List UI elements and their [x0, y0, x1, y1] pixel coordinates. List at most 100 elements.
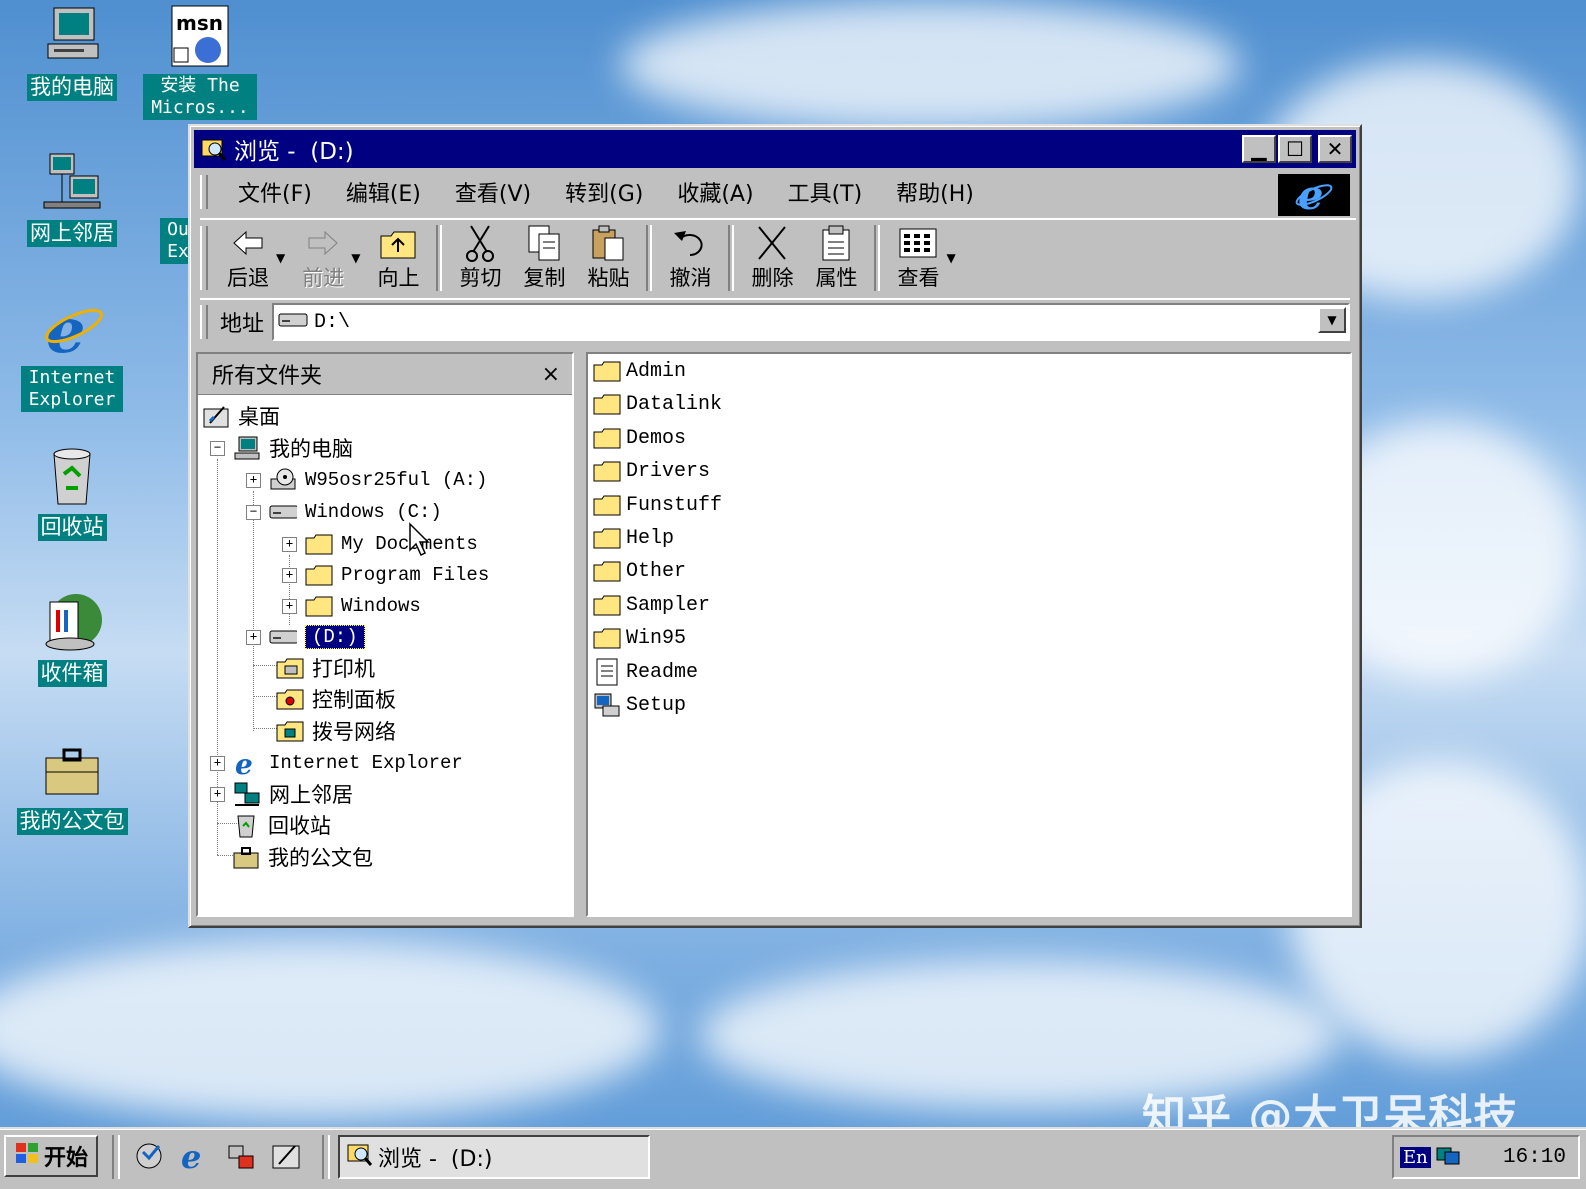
file-item[interactable]: Sampler	[592, 590, 710, 620]
desktop-icon-my-computer[interactable]: 我的电脑	[12, 4, 132, 101]
tree-item-windows[interactable]: + Windows	[282, 591, 421, 621]
menu-edit[interactable]: 编辑(E)	[334, 176, 433, 208]
file-item[interactable]: Other	[592, 556, 686, 586]
expand-icon[interactable]: +	[246, 472, 261, 488]
file-name: Setup	[626, 693, 687, 717]
clock[interactable]: 16:10	[1503, 1146, 1566, 1169]
maximize-button[interactable]: ☐	[1278, 135, 1312, 163]
desktop-icon	[202, 403, 230, 429]
back-button[interactable]: 后退	[216, 222, 280, 294]
tree-label: 拨号网络	[312, 720, 396, 744]
collapse-icon[interactable]: −	[210, 440, 225, 456]
cut-button[interactable]: 剪切	[448, 222, 512, 294]
expand-icon[interactable]: +	[282, 598, 297, 614]
expand-icon[interactable]: +	[282, 536, 297, 552]
forward-button[interactable]: 前进	[291, 222, 355, 294]
file-item[interactable]: Setup	[592, 690, 686, 720]
back-arrow-icon	[228, 224, 268, 262]
tree-item-drive-d[interactable]: + (D:)	[246, 622, 365, 652]
file-item[interactable]: Demos	[592, 423, 686, 453]
tree-item-recycle-bin[interactable]: 回收站	[232, 810, 331, 840]
file-item[interactable]: Help	[592, 523, 674, 553]
copy-button[interactable]: 复制	[512, 222, 576, 294]
toolbar-grip	[200, 226, 208, 290]
desktop-icon-partial[interactable]: Ou Ex	[160, 148, 190, 264]
forward-dropdown-icon[interactable]: ▼	[351, 251, 360, 265]
folder-icon	[305, 562, 333, 588]
tree-label: Windows (C:)	[305, 501, 442, 523]
desktop-icon-inbox[interactable]: 收件箱	[12, 590, 132, 687]
channels-icon[interactable]	[222, 1137, 260, 1175]
toolbar-separator	[728, 225, 735, 291]
address-input[interactable]: D:\ ▼	[272, 303, 1350, 341]
tree-label: 控制面板	[312, 688, 396, 712]
desktop-icon-ie[interactable]: e Internet Explorer	[12, 294, 132, 412]
show-desktop-icon[interactable]	[268, 1137, 306, 1175]
tree-item-desktop[interactable]: 桌面	[202, 401, 280, 431]
tree-item-printers[interactable]: 打印机	[276, 653, 375, 683]
system-tray: En 16:10	[1392, 1135, 1580, 1179]
tree-item-briefcase[interactable]: 我的公文包	[232, 842, 373, 872]
views-dropdown-icon[interactable]: ▼	[946, 251, 955, 265]
chevron-down-icon: ▼	[1327, 313, 1337, 327]
menu-tools[interactable]: 工具(T)	[776, 176, 875, 208]
expand-icon[interactable]: +	[282, 567, 297, 583]
tree-item-drive-a[interactable]: + W95osr25ful (A:)	[246, 465, 487, 495]
tree-item-internet-explorer[interactable]: + e Internet Explorer	[210, 748, 463, 778]
expand-icon[interactable]: +	[210, 755, 225, 771]
tree-label-selected: (D:)	[305, 625, 365, 649]
tree-item-my-documents[interactable]: + My Documents	[282, 529, 478, 559]
menu-view[interactable]: 查看(V)	[443, 176, 543, 208]
expand-icon[interactable]: +	[246, 629, 261, 645]
folder-icon	[592, 625, 622, 651]
file-item[interactable]: Readme	[592, 657, 698, 687]
my-computer-icon	[40, 4, 104, 68]
tree-item-network[interactable]: + 网上邻居	[210, 779, 353, 809]
drive-icon	[278, 311, 308, 333]
collapse-icon[interactable]: −	[246, 504, 261, 520]
paste-button[interactable]: 粘贴	[576, 222, 640, 294]
file-item[interactable]: Funstuff	[592, 490, 722, 520]
file-item[interactable]: Drivers	[592, 456, 710, 486]
language-indicator[interactable]: En	[1400, 1146, 1431, 1168]
svg-text:msn: msn	[176, 11, 223, 35]
properties-button[interactable]: 属性	[804, 222, 868, 294]
tree-label: Internet Explorer	[269, 752, 463, 774]
up-button[interactable]: 向上	[366, 222, 430, 294]
delete-button[interactable]: 删除	[740, 222, 804, 294]
minimize-button[interactable]: ▁	[1242, 135, 1276, 163]
tree-item-program-files[interactable]: + Program Files	[282, 560, 489, 590]
tree-item-my-computer[interactable]: − 我的电脑	[210, 433, 353, 463]
desktop-icon-network[interactable]: 网上邻居	[12, 150, 132, 247]
menu-go[interactable]: 转到(G)	[553, 176, 655, 208]
toolbar-separator	[436, 225, 443, 291]
views-button[interactable]: 查看	[886, 222, 950, 294]
recycle-bin-icon	[232, 812, 260, 838]
start-button[interactable]: 开始	[4, 1135, 98, 1177]
title-bar[interactable]: 浏览 - (D:) ▁ ☐ ✕	[194, 130, 1356, 168]
undo-button[interactable]: 撤消	[658, 222, 722, 294]
tree-item-dialup[interactable]: 拨号网络	[276, 716, 396, 746]
expand-icon[interactable]: +	[210, 786, 225, 802]
file-item[interactable]: Admin	[592, 356, 686, 386]
desktop-icon-label: Internet Explorer	[21, 366, 123, 412]
menu-favorites[interactable]: 收藏(A)	[665, 176, 765, 208]
outlook-express-icon[interactable]	[130, 1137, 168, 1175]
close-pane-icon[interactable]: ×	[542, 362, 560, 387]
menu-file[interactable]: 文件(F)	[226, 176, 324, 208]
close-button[interactable]: ✕	[1318, 135, 1352, 163]
address-dropdown-button[interactable]: ▼	[1318, 307, 1346, 333]
network-status-icon[interactable]	[1435, 1142, 1461, 1173]
tree-item-control-panel[interactable]: 控制面板	[276, 684, 396, 714]
desktop-icon-recycle[interactable]: 回收站	[12, 444, 132, 541]
file-item[interactable]: Win95	[592, 623, 686, 653]
back-dropdown-icon[interactable]: ▼	[276, 251, 285, 265]
menu-help[interactable]: 帮助(H)	[884, 176, 986, 208]
file-item[interactable]: Datalink	[592, 389, 722, 419]
network-neighborhood-icon	[40, 150, 104, 214]
my-computer-icon	[233, 435, 261, 461]
desktop-icon-msn-setup[interactable]: msn 安装 The Micros...	[140, 4, 260, 120]
internet-explorer-icon[interactable]: e	[176, 1137, 214, 1175]
taskbar-window-button[interactable]: 浏览 - (D:)	[338, 1135, 650, 1179]
desktop-icon-briefcase[interactable]: 我的公文包	[12, 738, 132, 835]
